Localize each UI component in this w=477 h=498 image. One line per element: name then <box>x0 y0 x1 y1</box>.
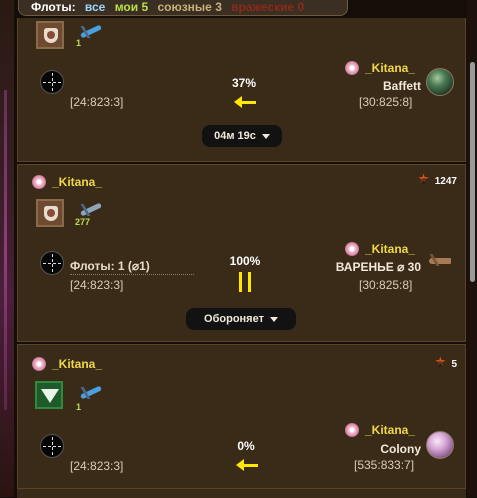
filter-enemy[interactable]: вражеские 0 <box>231 0 304 14</box>
source-coords[interactable]: [24:823:3] <box>70 278 123 292</box>
ship-count: 1 <box>76 402 82 412</box>
progress-percent: 37% <box>231 76 257 90</box>
crosshair-icon[interactable] <box>40 70 64 94</box>
owner-player[interactable]: _Kitana_ <box>32 355 102 373</box>
fleets-title: Флоты: <box>31 0 76 14</box>
timer-label: 04м 19с <box>214 130 256 142</box>
rank-value: 1247 <box>434 175 457 187</box>
filter-mine[interactable]: мои 5 <box>115 0 148 14</box>
timer-dropdown[interactable]: 04м 19с <box>202 125 282 147</box>
green-banner-icon <box>35 381 63 409</box>
ship-count: 277 <box>75 217 91 227</box>
target-player[interactable]: _Kitana_ <box>345 240 415 258</box>
flower-icon <box>345 423 359 437</box>
rank-star-icon <box>418 172 430 187</box>
target-player-name[interactable]: _Kitana_ <box>365 61 415 75</box>
ship-icon[interactable] <box>427 252 453 268</box>
mission-label: Обороняет <box>204 313 264 325</box>
left-edge-decoration <box>0 0 14 497</box>
planet-icon[interactable] <box>426 68 454 96</box>
mission-dropdown[interactable]: Обороняет <box>186 308 296 330</box>
target-player-name[interactable]: _Kitana_ <box>365 423 415 437</box>
scrollbar[interactable] <box>470 62 475 282</box>
flower-icon <box>345 61 359 75</box>
target-coords[interactable]: [30:825:8] <box>359 95 412 109</box>
flower-icon <box>345 242 359 256</box>
rank-value: 5 <box>451 358 457 370</box>
rank-badge: 5 <box>434 355 457 370</box>
arrow-left-icon <box>236 459 258 471</box>
rank-star-icon <box>434 355 446 370</box>
shield-icon <box>36 199 64 227</box>
filter-all[interactable]: все <box>85 0 105 14</box>
filter-allied[interactable]: союзные 3 <box>157 0 221 14</box>
ship-icon <box>78 24 104 40</box>
ship-icon <box>78 202 104 218</box>
target-player-name[interactable]: _Kitana_ <box>365 242 415 256</box>
crosshair-icon[interactable] <box>40 251 64 275</box>
chevron-down-icon <box>261 133 270 139</box>
owner-player-name[interactable]: _Kitana_ <box>52 357 102 371</box>
rank-badge: 1247 <box>418 172 457 187</box>
progress-percent: 100% <box>229 254 261 268</box>
owner-player[interactable]: _Kitana_ <box>32 173 102 191</box>
shield-icon <box>36 21 64 49</box>
target-player[interactable]: _Kitana_ <box>345 421 415 439</box>
fleet-card[interactable]: _Kitana_ 5 1 [24:823:3] 0% _Kitana_ Colo… <box>17 344 466 497</box>
target-coords[interactable]: [30:825:8] <box>359 278 412 292</box>
target-coords[interactable]: [535:833:7] <box>354 458 414 472</box>
fleets-count[interactable]: Флоты: 1 (⌀1) <box>70 259 194 275</box>
crosshair-icon[interactable] <box>40 434 64 458</box>
target-name[interactable]: Baffett <box>383 79 421 93</box>
target-player[interactable]: _Kitana_ <box>345 59 415 77</box>
ship-count: 1 <box>76 38 82 48</box>
source-coords[interactable]: [24:823:3] <box>70 459 123 473</box>
owner-player-name[interactable]: _Kitana_ <box>52 175 102 189</box>
fleet-list[interactable]: 1 [24:823:3] 37% _Kitana_ Baffett [30:82… <box>17 18 466 497</box>
ship-icon <box>78 385 104 401</box>
fleets-filter-bar: Флоты: все мои 5 союзные 3 вражеские 0 <box>18 0 348 16</box>
flower-icon <box>32 175 46 189</box>
arrow-left-icon <box>234 96 256 108</box>
flower-icon <box>32 357 46 371</box>
chevron-down-icon <box>269 316 278 322</box>
target-name[interactable]: ВАРЕНЬЕ ⌀ 30 <box>336 260 421 274</box>
fleet-card[interactable]: _Kitana_ 1247 277 Флоты: 1 (⌀1) [24:823:… <box>17 164 466 342</box>
progress-percent: 0% <box>237 439 255 453</box>
pause-icon <box>237 272 253 292</box>
source-coords[interactable]: [24:823:3] <box>70 95 123 109</box>
fleet-card[interactable]: 1 [24:823:3] 37% _Kitana_ Baffett [30:82… <box>17 18 466 162</box>
planet-icon[interactable] <box>426 431 454 459</box>
target-name[interactable]: Colony <box>380 442 421 456</box>
